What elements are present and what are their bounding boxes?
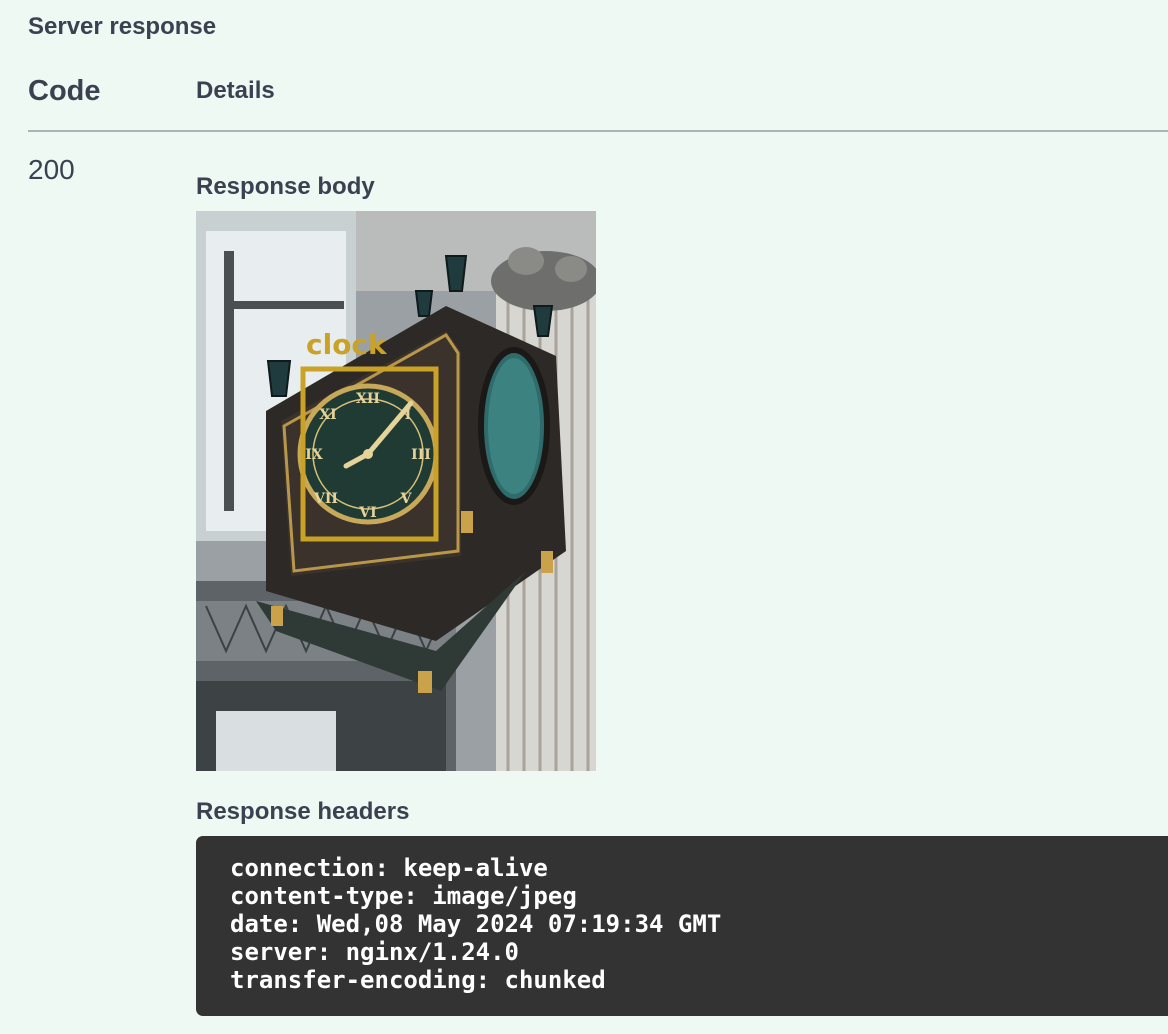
svg-text:V: V: [400, 491, 413, 507]
response-headers-block: connection: keep-alive content-type: ima…: [196, 836, 1168, 1016]
svg-text:VI: VI: [358, 505, 376, 521]
header-line: connection: keep-alive: [230, 854, 548, 882]
response-body-image: XII I III V VI VII IX XI clock: [196, 211, 596, 771]
code-column-header: Code: [28, 75, 101, 107]
table-header-divider: [28, 130, 1168, 132]
svg-text:IX: IX: [305, 447, 323, 463]
svg-text:XII: XII: [356, 391, 380, 407]
details-column-header: Details: [196, 77, 275, 104]
response-headers-label: Response headers: [196, 798, 410, 825]
svg-text:XI: XI: [319, 407, 336, 423]
svg-text:III: III: [411, 447, 431, 463]
detection-label: clock: [306, 328, 388, 361]
header-line: content-type: image/jpeg: [230, 882, 577, 910]
header-line: server: nginx/1.24.0: [230, 938, 519, 966]
header-line: date: Wed,08 May 2024 07:19:34 GMT: [230, 910, 722, 938]
clock-photo: XII I III V VI VII IX XI clock: [196, 211, 596, 771]
server-response-title: Server response: [28, 13, 217, 40]
response-body-label: Response body: [196, 173, 375, 200]
svg-text:VII: VII: [313, 491, 338, 507]
response-status-code: 200: [28, 154, 75, 185]
header-line: transfer-encoding: chunked: [230, 966, 606, 994]
